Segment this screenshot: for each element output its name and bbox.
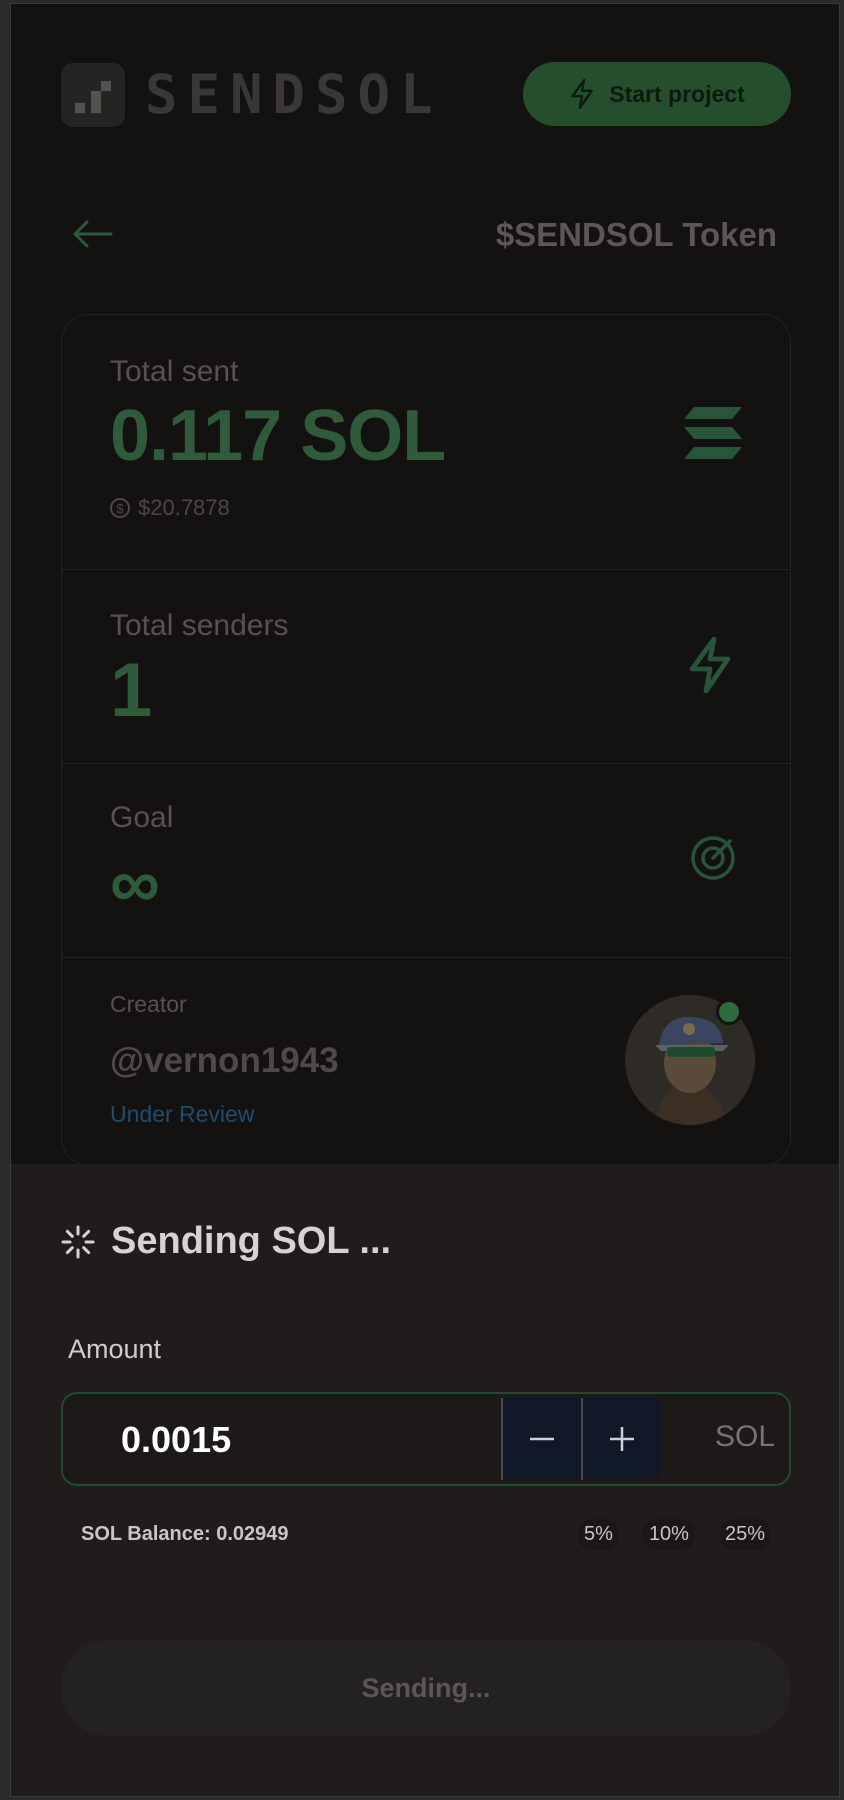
goal-value: ∞	[110, 844, 160, 922]
lightning-icon	[571, 79, 594, 109]
solana-icon	[684, 407, 742, 459]
logo-mark-icon	[61, 63, 125, 127]
header: SENDSOL Start project	[61, 59, 791, 131]
app-frame: SENDSOL Start project $SENDSOL Token Tot…	[10, 3, 840, 1797]
back-button[interactable]	[71, 219, 113, 254]
token-title: $SENDSOL Token	[495, 216, 777, 253]
plus-icon	[610, 1427, 634, 1451]
sending-title: Sending SOL ...	[61, 1220, 391, 1263]
amount-field: SOL	[61, 1392, 791, 1486]
online-indicator	[716, 999, 742, 1025]
total-sent-usd: $ $20.7878	[110, 495, 230, 521]
start-project-button[interactable]: Start project	[523, 62, 791, 126]
percent-10-button[interactable]: 10%	[642, 1519, 695, 1550]
percent-25-button[interactable]: 25%	[718, 1519, 771, 1550]
balance-row: SOL Balance: 0.02949 5% 10% 25%	[81, 1519, 771, 1550]
usd-value: $20.7878	[138, 495, 230, 520]
total-senders-label: Total senders	[110, 609, 289, 642]
lightning-icon	[689, 637, 731, 693]
creator-handle[interactable]: @vernon1943	[110, 1041, 339, 1081]
amount-label: Amount	[68, 1334, 162, 1364]
dollar-circle-icon: $	[110, 498, 130, 518]
amount-input[interactable]	[119, 1412, 423, 1468]
spinner-icon	[61, 1225, 95, 1258]
creator-status: Under Review	[110, 1101, 255, 1127]
increment-button[interactable]	[581, 1398, 661, 1480]
sending-title-text: Sending SOL ...	[111, 1220, 392, 1262]
goal-label: Goal	[110, 801, 174, 834]
start-project-label: Start project	[609, 80, 745, 107]
percent-5-button[interactable]: 5%	[578, 1519, 619, 1550]
send-sheet: Sending SOL ... Amount SOL SOL Balance: …	[11, 1164, 839, 1796]
decrement-button[interactable]	[501, 1398, 581, 1480]
quantity-stepper	[501, 1398, 661, 1480]
total-sent-label: Total sent	[110, 355, 239, 388]
creator-label: Creator	[110, 991, 187, 1017]
sending-button[interactable]: Sending...	[61, 1640, 791, 1736]
amount-unit: SOL	[714, 1420, 775, 1453]
total-senders-value: 1	[110, 648, 153, 733]
percent-options: 5% 10% 25%	[578, 1519, 771, 1550]
total-senders-section: Total senders 1	[62, 569, 790, 764]
total-sent-value: 0.117 SOL	[110, 396, 446, 476]
stats-card: Total sent 0.117 SOL $ $20.7878 Total se…	[61, 314, 791, 1166]
target-icon	[691, 836, 735, 880]
minus-icon	[530, 1437, 554, 1441]
logo-text: SENDSOL	[145, 63, 443, 126]
sol-balance: SOL Balance: 0.02949	[81, 1523, 289, 1545]
dimmed-background[interactable]: SENDSOL Start project $SENDSOL Token Tot…	[11, 4, 839, 1166]
arrow-left-icon	[73, 220, 113, 248]
goal-section: Goal ∞	[62, 763, 790, 958]
total-sent-section: Total sent 0.117 SOL $ $20.7878	[62, 315, 790, 570]
